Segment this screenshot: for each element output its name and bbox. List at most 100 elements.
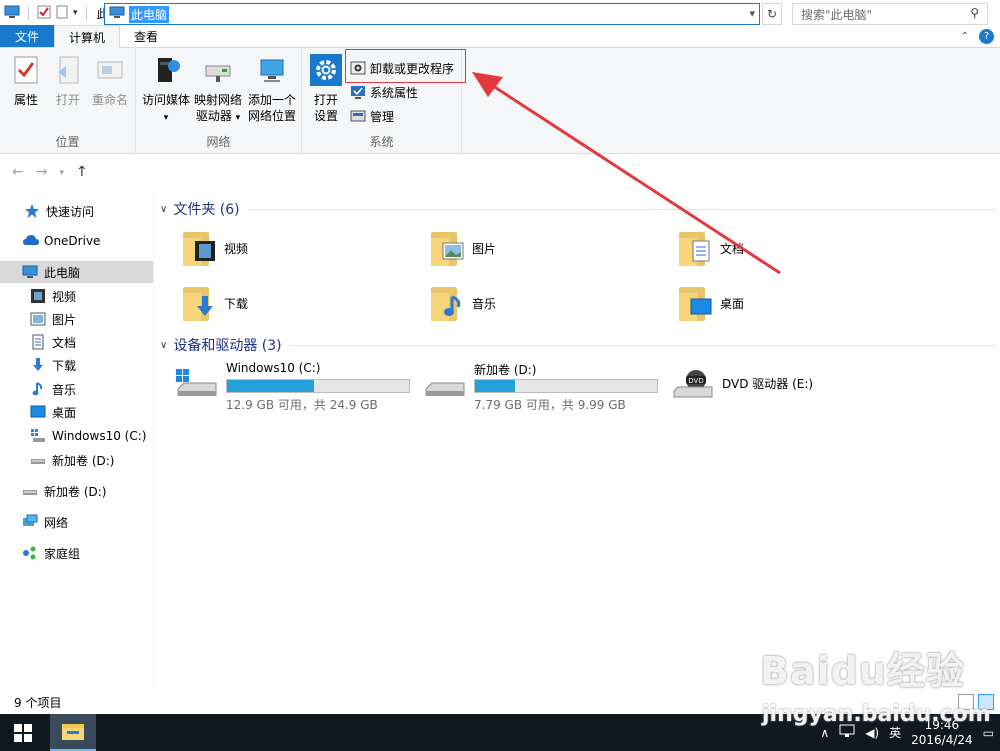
properties-quick-icon[interactable] <box>37 5 51 22</box>
sidebar-item-onedrive[interactable]: OneDrive <box>0 230 153 252</box>
open-button[interactable]: 打开 <box>50 54 86 108</box>
address-row: ← → ▾ ↑ <box>0 159 1000 187</box>
picture-icon <box>30 311 46 327</box>
pictures-folder-icon <box>428 228 468 268</box>
dvd-drive-icon: DVD <box>673 370 713 398</box>
document-icon <box>30 334 46 350</box>
search-icon: ⚲ <box>970 6 979 20</box>
access-media-button[interactable]: 访问媒体 ▾ <box>140 54 192 126</box>
windows-logo-icon <box>14 723 32 742</box>
drive-icon <box>425 382 465 396</box>
open-icon <box>52 54 84 86</box>
chevron-down-icon: ∨ <box>160 339 168 351</box>
desktop-folder-icon <box>676 283 716 323</box>
address-path[interactable]: 此电脑 <box>129 5 170 23</box>
video-icon <box>30 288 46 304</box>
sidebar-item-music[interactable]: 音乐 <box>0 378 153 400</box>
sidebar-item-network[interactable]: 网络 <box>0 511 153 533</box>
navigation-pane: 快速访问 OneDrive 此电脑 视频 图片 文档 下载 音乐 桌面 Wind… <box>0 190 154 690</box>
sidebar-item-drive-d-sub[interactable]: 新加卷 (D:) <box>0 449 153 471</box>
folder-videos[interactable]: 视频 <box>180 228 248 268</box>
up-arrow-icon[interactable]: ↑ <box>76 164 88 182</box>
drive-d[interactable]: 新加卷 (D:) 7.79 GB 可用，共 9.99 GB <box>424 361 664 412</box>
folder-music[interactable]: 音乐 <box>428 283 496 323</box>
system-properties-button[interactable]: 系统属性 <box>350 82 418 102</box>
folder-downloads[interactable]: 下载 <box>180 283 248 323</box>
sidebar-item-homegroup[interactable]: 家庭组 <box>0 542 153 564</box>
media-server-icon <box>150 54 182 86</box>
tray-chevron-up-icon[interactable]: ∧ <box>820 726 829 740</box>
refresh-icon[interactable]: ↻ <box>762 3 782 25</box>
cloud-icon <box>22 233 39 249</box>
volume-icon[interactable]: ◀) <box>865 726 879 740</box>
add-network-location-button[interactable]: 添加一个 网络位置 <box>244 54 300 124</box>
address-dropdown-icon[interactable]: ▾ <box>749 7 755 20</box>
sidebar-item-pictures[interactable]: 图片 <box>0 308 153 330</box>
drive-icon <box>30 452 46 468</box>
group-label-location: 位置 <box>55 135 80 149</box>
drive-icon <box>22 483 38 499</box>
rename-icon <box>94 54 126 86</box>
chevron-down-icon: ∨ <box>160 203 168 215</box>
start-button[interactable] <box>0 714 46 751</box>
item-count: 9 个项目 <box>14 695 62 710</box>
folder-documents[interactable]: 文档 <box>676 228 744 268</box>
drive-c[interactable]: Windows10 (C:) 12.9 GB 可用，共 24.9 GB <box>176 361 416 412</box>
sidebar-item-drive-d[interactable]: 新加卷 (D:) <box>0 480 153 502</box>
sidebar-item-videos[interactable]: 视频 <box>0 285 153 307</box>
drive-e-dvd[interactable]: DVD DVD 驱动器 (E:) <box>672 361 912 407</box>
this-pc-icon <box>4 5 20 22</box>
sidebar-item-downloads[interactable]: 下载 <box>0 354 153 376</box>
tab-view[interactable]: 查看 <box>120 25 172 47</box>
group-label-network: 网络 <box>206 135 231 149</box>
this-pc-icon <box>22 264 38 280</box>
properties-button[interactable]: 属性 <box>8 54 44 108</box>
rename-button[interactable]: 重命名 <box>90 54 130 108</box>
system-properties-icon <box>350 84 366 100</box>
music-folder-icon <box>428 283 468 323</box>
collapse-ribbon-icon[interactable]: ⌃ <box>961 31 969 42</box>
quick-access-toolbar: ▾ <box>0 5 91 22</box>
group-label-system: 系统 <box>369 135 394 149</box>
help-icon[interactable]: ? <box>979 29 994 44</box>
sidebar-item-quick-access[interactable]: 快速访问 <box>0 200 153 222</box>
sidebar-item-this-pc[interactable]: 此电脑 <box>0 261 153 283</box>
back-arrow-icon[interactable]: ← <box>12 164 24 182</box>
section-devices-header[interactable]: ∨ 设备和驱动器 (3) <box>160 335 996 355</box>
manage-button[interactable]: 管理 <box>350 106 394 126</box>
baidu-watermark-url: jingyan.baidu.com <box>762 702 991 727</box>
manage-icon <box>350 108 366 124</box>
content-pane: ∨ 文件夹 (6) 视频 图片 文档 下载 音乐 桌面 ∨ 设备和驱动器 (3) <box>160 195 1000 690</box>
videos-folder-icon <box>180 228 220 268</box>
sidebar-item-drive-c[interactable]: Windows10 (C:) <box>0 425 153 447</box>
group-network: 访问媒体 ▾ 映射网络 驱动器 ▾ 添加一个 网络位置 网络 <box>136 48 302 154</box>
address-bar[interactable]: 此电脑 ▾ <box>104 3 760 25</box>
taskbar-file-explorer[interactable] <box>50 714 96 751</box>
folder-desktop[interactable]: 桌面 <box>676 283 744 323</box>
search-input[interactable]: 搜索"此电脑" ⚲ <box>792 3 988 25</box>
ribbon-tabs: 文件 计算机 查看 ⌃ ? <box>0 25 1000 48</box>
star-icon <box>24 203 40 219</box>
customize-toolbar-icon[interactable]: ▾ <box>73 8 78 18</box>
notification-icon[interactable]: ▭ <box>983 726 994 740</box>
documents-folder-icon <box>676 228 716 268</box>
folder-pictures[interactable]: 图片 <box>428 228 496 268</box>
forward-arrow-icon[interactable]: → <box>36 164 48 182</box>
sidebar-item-documents[interactable]: 文档 <box>0 331 153 353</box>
network-location-icon <box>256 54 288 86</box>
desktop-icon <box>30 404 46 420</box>
open-settings-button[interactable]: 打开 设置 <box>308 54 344 124</box>
tab-computer[interactable]: 计算机 <box>54 25 121 48</box>
navigation-buttons: ← → ▾ ↑ <box>0 164 104 182</box>
tab-file[interactable]: 文件 <box>0 25 54 47</box>
sidebar-item-desktop[interactable]: 桌面 <box>0 401 153 423</box>
annotation-highlight-box <box>345 49 466 83</box>
group-location: 属性 打开 重命名 位置 <box>0 48 136 154</box>
recent-locations-icon[interactable]: ▾ <box>59 164 64 182</box>
new-folder-quick-icon[interactable] <box>55 5 69 22</box>
network-drive-icon <box>202 54 234 86</box>
section-folders-header[interactable]: ∨ 文件夹 (6) <box>160 199 996 219</box>
map-network-drive-button[interactable]: 映射网络 驱动器 ▾ <box>192 54 244 126</box>
properties-icon <box>10 54 42 86</box>
ribbon: 属性 打开 重命名 位置 访问媒体 ▾ 映射网络 驱动器 ▾ 添加一个 网络位置… <box>0 48 1000 154</box>
